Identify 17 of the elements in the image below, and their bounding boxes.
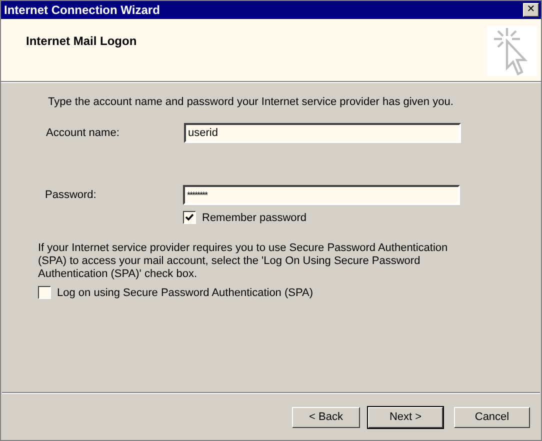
wizard-button[interactable]: Next >	[368, 406, 443, 428]
spa-explanation-text: If your Internet service provider requires you to use Secure Password Authentication (SPA) to access your mail account, select the 'Log On Using Secure Password Authentication (SPA)' check box.	[38, 242, 449, 281]
password-field[interactable]: ********	[183, 185, 460, 205]
instruction-text: Type the account name and password your Internet service provider has given you.	[48, 96, 454, 108]
window-title: Internet Connection Wizard	[4, 3, 160, 17]
close-button[interactable]: ✕	[523, 3, 539, 17]
checkbox[interactable]	[38, 286, 51, 299]
checkbox-label: Log on using Secure Password Authentication (SPA)	[57, 286, 314, 298]
checkbox[interactable]	[183, 211, 196, 224]
cursor-click-icon	[487, 26, 537, 76]
account-name-field[interactable]: userid	[184, 123, 461, 143]
field-label: Password:	[44, 189, 98, 201]
wizard-button[interactable]: < Back	[292, 406, 360, 428]
wizard-button[interactable]: Cancel	[454, 406, 530, 428]
checkbox-label: Remember password	[202, 212, 307, 224]
page-heading: Internet Mail Logon	[26, 34, 137, 50]
field-label: Account name:	[45, 127, 120, 139]
